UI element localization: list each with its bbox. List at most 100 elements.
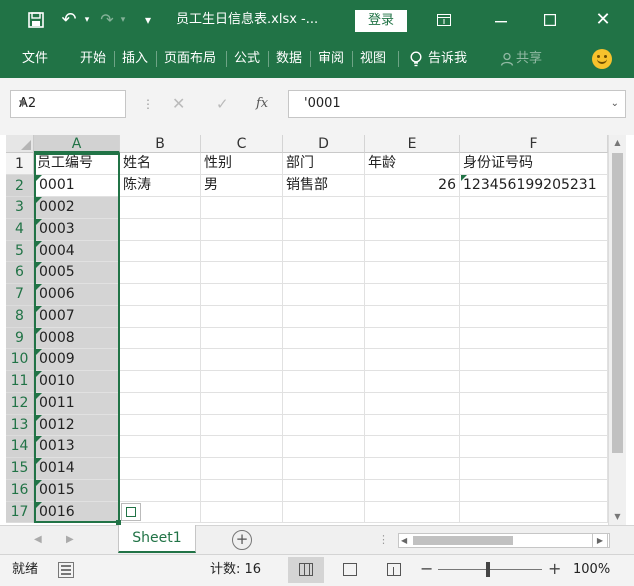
cell-b15[interactable] bbox=[120, 458, 201, 480]
cell-b8[interactable] bbox=[120, 305, 201, 328]
formula-input[interactable]: '0001 ⌄ bbox=[288, 90, 626, 118]
cell-c12[interactable] bbox=[201, 392, 283, 415]
cell-f13[interactable] bbox=[460, 414, 608, 437]
cell-a12[interactable]: 0011 bbox=[36, 392, 120, 415]
cell-f4[interactable] bbox=[460, 218, 608, 241]
cancel-icon[interactable]: ✕ bbox=[172, 90, 185, 118]
cell-c9[interactable] bbox=[201, 327, 283, 350]
cell-d4[interactable] bbox=[283, 218, 365, 241]
cell-e17[interactable] bbox=[365, 501, 460, 524]
cell-c11[interactable] bbox=[201, 371, 283, 393]
cell-a13[interactable]: 0012 bbox=[36, 414, 120, 437]
undo-icon[interactable]: ↶ bbox=[58, 0, 80, 40]
cell-c10[interactable] bbox=[201, 349, 283, 371]
tab-file[interactable]: 文件 bbox=[22, 40, 48, 78]
cell-a16[interactable]: 0015 bbox=[36, 479, 120, 502]
cell-b12[interactable] bbox=[120, 392, 201, 415]
row-header-3[interactable]: 3 bbox=[6, 197, 34, 219]
chevron-down-icon[interactable]: ▼ bbox=[19, 91, 121, 117]
cell-e16[interactable] bbox=[365, 479, 460, 502]
cell-d9[interactable] bbox=[283, 327, 365, 350]
login-button[interactable]: 登录 bbox=[355, 10, 407, 32]
cell-e10[interactable] bbox=[365, 349, 460, 371]
cell-e13[interactable] bbox=[365, 414, 460, 437]
cell-d10[interactable] bbox=[283, 349, 365, 371]
macro-record-icon[interactable] bbox=[58, 562, 74, 578]
cell-d1[interactable]: 部门 bbox=[283, 153, 365, 175]
row-header-4[interactable]: 4 bbox=[6, 218, 34, 241]
cell-f7[interactable] bbox=[460, 284, 608, 306]
ribbon-display-options-icon[interactable] bbox=[432, 0, 456, 40]
sheet-nav-right-icon[interactable]: ▶ bbox=[66, 526, 74, 554]
cell-a2[interactable]: 0001 bbox=[36, 175, 120, 197]
cell-a7[interactable]: 0006 bbox=[36, 284, 120, 306]
row-header-16[interactable]: 16 bbox=[6, 479, 34, 502]
zoom-out-icon[interactable]: − bbox=[420, 555, 433, 583]
cell-d16[interactable] bbox=[283, 479, 365, 502]
cell-a1[interactable]: 员工编号 bbox=[34, 153, 120, 175]
cell-c14[interactable] bbox=[201, 436, 283, 458]
tell-me-search[interactable]: 告诉我 bbox=[428, 40, 467, 78]
cell-f2[interactable]: 123456199205231 bbox=[460, 175, 608, 197]
cell-c17[interactable] bbox=[201, 501, 283, 524]
tab-review[interactable]: 审阅 bbox=[318, 40, 344, 78]
cell-f14[interactable] bbox=[460, 436, 608, 458]
cell-e15[interactable] bbox=[365, 458, 460, 480]
cell-b16[interactable] bbox=[120, 479, 201, 502]
cell-b11[interactable] bbox=[120, 371, 201, 393]
cell-d12[interactable] bbox=[283, 392, 365, 415]
row-header-15[interactable]: 15 bbox=[6, 458, 34, 480]
cell-e4[interactable] bbox=[365, 218, 460, 241]
sheet-nav-left-icon[interactable]: ◀ bbox=[34, 526, 42, 554]
cell-c5[interactable] bbox=[201, 240, 283, 263]
smiley-feedback-icon[interactable] bbox=[592, 49, 612, 69]
cell-f11[interactable] bbox=[460, 371, 608, 393]
cell-b7[interactable] bbox=[120, 284, 201, 306]
cell-d8[interactable] bbox=[283, 305, 365, 328]
row-header-6[interactable]: 6 bbox=[6, 262, 34, 284]
column-header-f[interactable]: F bbox=[460, 135, 608, 153]
cell-b5[interactable] bbox=[120, 240, 201, 263]
scroll-down-icon[interactable]: ▼ bbox=[609, 509, 626, 525]
zoom-slider-track[interactable] bbox=[438, 569, 542, 570]
cell-c2[interactable]: 男 bbox=[201, 175, 283, 197]
page-break-view-icon[interactable] bbox=[376, 557, 412, 583]
cell-e9[interactable] bbox=[365, 327, 460, 350]
cell-d2[interactable]: 销售部 bbox=[283, 175, 365, 197]
cell-d5[interactable] bbox=[283, 240, 365, 263]
row-header-14[interactable]: 14 bbox=[6, 436, 34, 458]
cell-a4[interactable]: 0003 bbox=[36, 218, 120, 241]
cell-b3[interactable] bbox=[120, 197, 201, 219]
insert-function-icon[interactable]: fx bbox=[256, 90, 268, 118]
minimize-button[interactable] bbox=[488, 0, 514, 40]
cell-b6[interactable] bbox=[120, 262, 201, 284]
row-header-5[interactable]: 5 bbox=[6, 240, 34, 263]
row-header-17[interactable]: 17 bbox=[6, 501, 34, 524]
cell-b1[interactable]: 姓名 bbox=[120, 153, 201, 175]
cell-f9[interactable] bbox=[460, 327, 608, 350]
cell-d3[interactable] bbox=[283, 197, 365, 219]
cell-c7[interactable] bbox=[201, 284, 283, 306]
cell-f3[interactable] bbox=[460, 197, 608, 219]
cell-e11[interactable] bbox=[365, 371, 460, 393]
lightbulb-icon[interactable] bbox=[410, 40, 422, 78]
cell-f16[interactable] bbox=[460, 479, 608, 502]
name-box[interactable]: A2 ▼ bbox=[10, 90, 126, 118]
cell-a8[interactable]: 0007 bbox=[36, 305, 120, 328]
redo-dropdown-icon[interactable]: ▾ bbox=[118, 0, 128, 40]
cell-f5[interactable] bbox=[460, 240, 608, 263]
zoom-level[interactable]: 100% bbox=[573, 555, 610, 585]
cell-b9[interactable] bbox=[120, 327, 201, 350]
cell-d14[interactable] bbox=[283, 436, 365, 458]
cell-f8[interactable] bbox=[460, 305, 608, 328]
save-icon[interactable] bbox=[26, 0, 46, 40]
expand-formula-bar-icon[interactable]: ⌄ bbox=[611, 91, 619, 117]
zoom-slider-thumb[interactable] bbox=[486, 562, 490, 577]
page-layout-view-icon[interactable] bbox=[332, 557, 368, 583]
row-header-8[interactable]: 8 bbox=[6, 305, 34, 328]
cell-f6[interactable] bbox=[460, 262, 608, 284]
tab-data[interactable]: 数据 bbox=[276, 40, 302, 78]
tab-page-layout[interactable]: 页面布局 bbox=[164, 40, 216, 78]
scroll-right-icon[interactable]: ▶ bbox=[592, 533, 608, 548]
row-header-1[interactable]: 1 bbox=[6, 153, 34, 175]
